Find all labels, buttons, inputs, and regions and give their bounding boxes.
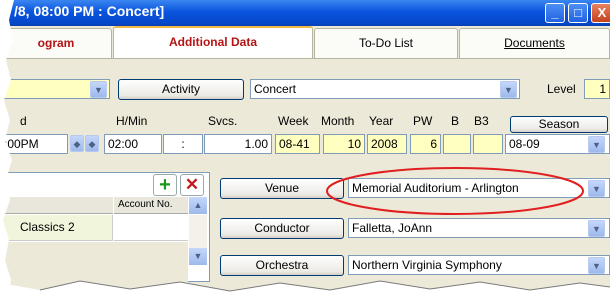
grid-header-name [0, 197, 113, 214]
season-button[interactable]: Season [510, 116, 608, 133]
chevron-down-icon[interactable]: ▼ [588, 136, 605, 153]
minimize-button[interactable]: _ [545, 3, 565, 23]
svcs-label: Svcs. [208, 114, 238, 128]
pw-field[interactable]: 6 [410, 134, 441, 154]
level-field[interactable]: 1 [584, 79, 610, 99]
tab-program[interactable]: ogram [0, 28, 112, 58]
grid-header-account: Account No. [114, 197, 188, 214]
grid-row-name[interactable]: Classics 2 [0, 215, 113, 241]
month-field[interactable]: 10 [323, 134, 365, 154]
orchestra-select[interactable]: Northern Virginia Symphony [348, 255, 610, 275]
venue-select[interactable]: Memorial Auditorium - Arlington [348, 178, 610, 198]
conductor-select[interactable]: Falletta, JoAnn [348, 218, 610, 238]
end-time-field[interactable]: :00PM [0, 134, 68, 154]
activity-button[interactable]: Activity [118, 79, 244, 100]
orchestra-button[interactable]: Orchestra [220, 255, 344, 276]
end-label: d [20, 114, 27, 128]
add-icon[interactable]: + [153, 174, 177, 196]
month-label: Month [321, 114, 355, 128]
level-label: Level [547, 82, 576, 96]
spinner-icon[interactable]: ◆ [85, 135, 99, 152]
svcs-field[interactable]: 1.00 [204, 134, 272, 154]
hmin-separator-field[interactable]: : [163, 134, 203, 154]
venue-button[interactable]: Venue [220, 178, 344, 199]
conductor-button[interactable]: Conductor [220, 218, 344, 239]
week-field[interactable]: 08-41 [275, 134, 320, 154]
chevron-down-icon[interactable]: ▼ [500, 81, 517, 98]
pw-label: PW [413, 114, 433, 128]
chevron-down-icon[interactable]: ▼ [588, 220, 605, 237]
tab-todo-list[interactable]: To-Do List [314, 28, 458, 58]
hmin-field[interactable]: 02:00 [104, 134, 162, 154]
chevron-down-icon[interactable]: ▼ [588, 180, 605, 197]
b3-label: B3 [474, 114, 489, 128]
year-label: Year [369, 114, 394, 128]
close-button[interactable]: X [591, 3, 610, 23]
window-title: /8, 08:00 PM : Concert] [14, 3, 165, 19]
chevron-down-icon[interactable]: ▼ [588, 257, 605, 274]
activity-select[interactable]: Concert [250, 79, 520, 99]
grid-empty-area [0, 242, 188, 282]
chevron-down-icon[interactable]: ▼ [90, 81, 107, 98]
scroll-down-icon[interactable]: ▼ [189, 248, 207, 265]
b3-field[interactable] [473, 134, 503, 154]
scroll-up-icon[interactable]: ▲ [189, 197, 207, 214]
hmin-label: H/Min [116, 114, 148, 128]
week-label: Week [278, 114, 309, 128]
maximize-button[interactable]: □ [568, 3, 588, 23]
grid-row-account[interactable] [114, 215, 188, 241]
b-field[interactable] [443, 134, 471, 154]
tab-documents[interactable]: Documents [459, 28, 610, 58]
b-label: B [451, 114, 460, 128]
year-field[interactable]: 2008 [367, 134, 407, 154]
spinner-icon[interactable]: ◆ [70, 135, 84, 152]
delete-icon[interactable]: ✕ [180, 174, 204, 196]
tab-additional-data[interactable]: Additional Data [113, 26, 313, 58]
